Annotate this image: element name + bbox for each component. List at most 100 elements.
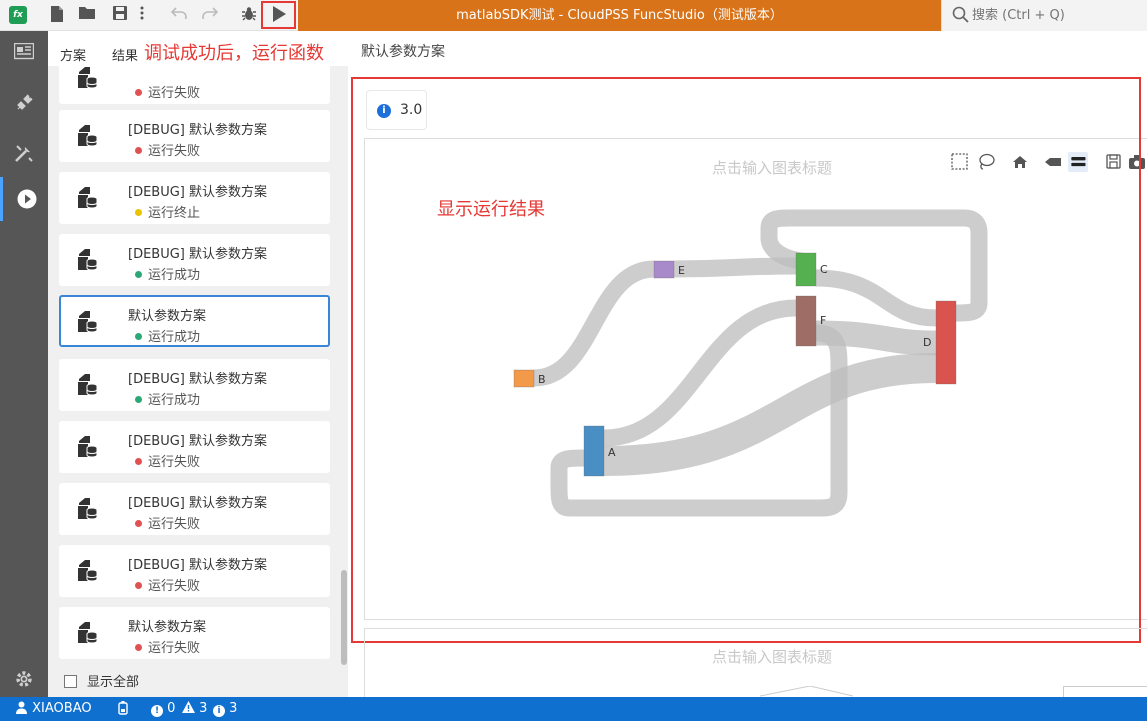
redo-icon[interactable] — [201, 6, 219, 24]
warning-icon — [182, 701, 195, 713]
status-dot — [135, 333, 142, 340]
undo-icon[interactable] — [170, 6, 188, 24]
list-item-name: [DEBUG] 默认参数方案 — [128, 247, 268, 262]
battery-icon — [118, 701, 128, 719]
list-item-name: 默认参数方案 — [128, 309, 207, 324]
result-highlight-frame — [351, 77, 1141, 643]
list-item-status-text: 运行失败 — [148, 517, 201, 532]
chart-title-placeholder-2[interactable]: 点击输入图表标题 — [712, 646, 832, 667]
list-item[interactable]: [DEBUG] 默认参数方案 运行失败 — [59, 110, 330, 162]
status-dot — [135, 271, 142, 278]
debug-bug-icon[interactable] — [240, 6, 258, 24]
activity-documents[interactable] — [0, 31, 48, 75]
database-doc-icon — [78, 249, 98, 271]
user-icon — [16, 701, 27, 714]
database-doc-icon — [78, 498, 98, 520]
warning-count[interactable]: 3 — [182, 701, 207, 716]
list-item-status: 运行失败 — [135, 637, 200, 656]
run-button-highlight — [261, 1, 296, 29]
tools-icon — [15, 145, 33, 162]
list-item-status-text: 运行失败 — [148, 86, 201, 101]
list-item-status: 运行成功 — [135, 264, 200, 283]
error-count-value: 0 — [167, 701, 176, 716]
list-item-status: 运行失败 — [135, 513, 200, 532]
list-item-status-text: 运行成功 — [148, 330, 201, 345]
run-history-list: 运行失败 [DEBUG] 默认参数方案 运行失败 [DEBUG] 默认参数方案 … — [48, 66, 348, 697]
database-doc-icon — [78, 374, 98, 396]
activity-tools[interactable] — [0, 131, 48, 175]
list-scrollbar[interactable] — [341, 570, 347, 665]
search-icon — [952, 6, 969, 23]
list-item-name: [DEBUG] 默认参数方案 — [128, 372, 268, 387]
list-item[interactable]: [DEBUG] 默认参数方案 运行终止 — [59, 172, 330, 224]
document-list-icon — [14, 43, 34, 60]
more-vertical-icon[interactable] — [137, 6, 147, 24]
list-item-selected[interactable]: 默认参数方案 运行成功 — [59, 295, 330, 347]
chart-2-shape — [759, 686, 854, 697]
show-all-label: 显示全部 — [87, 675, 140, 690]
activity-plugins[interactable] — [0, 81, 48, 125]
database-doc-icon — [78, 560, 98, 582]
user-name: XIAOBAO — [32, 701, 92, 716]
list-item-status-text: 运行失败 — [148, 455, 201, 470]
show-all-toggle[interactable]: 显示全部 — [64, 671, 139, 690]
status-dot — [135, 147, 142, 154]
status-bar: XIAOBAO ! 0 3 i 3 — [0, 697, 1147, 721]
info-status-icon: i — [213, 705, 225, 717]
run-circle-icon — [17, 189, 37, 209]
list-item-status-text: 运行终止 — [148, 206, 201, 221]
list-item[interactable]: [DEBUG] 默认参数方案 运行失败 — [59, 545, 330, 597]
list-item-status-text: 运行成功 — [148, 268, 201, 283]
tab-result[interactable]: 结果 — [112, 45, 138, 64]
activity-settings[interactable] — [0, 657, 48, 701]
list-item-name: 默认参数方案 — [128, 620, 207, 635]
status-dot — [135, 89, 142, 96]
list-item-status: 运行失败 — [135, 575, 200, 594]
list-item-status: 运行失败 — [135, 82, 200, 101]
list-item[interactable]: [DEBUG] 默认参数方案 运行成功 — [59, 359, 330, 411]
warning-count-value: 3 — [199, 701, 208, 716]
database-doc-icon — [78, 311, 98, 333]
list-item-status-text: 运行成功 — [148, 393, 201, 408]
status-dot — [135, 396, 142, 403]
new-file-icon[interactable] — [48, 6, 66, 24]
info-count-value: 3 — [229, 701, 238, 716]
gear-icon — [16, 671, 32, 687]
tab-scheme[interactable]: 方案 — [60, 45, 86, 64]
database-doc-icon — [78, 67, 98, 89]
status-dot — [135, 582, 142, 589]
list-item-status: 运行失败 — [135, 140, 200, 159]
show-all-checkbox[interactable] — [64, 675, 77, 688]
list-item-status: 运行终止 — [135, 202, 200, 221]
list-item-name: [DEBUG] 默认参数方案 — [128, 496, 268, 511]
list-item[interactable]: 运行失败 — [59, 66, 330, 104]
error-icon: ! — [151, 705, 163, 717]
open-folder-icon[interactable] — [79, 6, 97, 24]
error-count[interactable]: ! 0 — [151, 701, 175, 717]
list-item-status-text: 运行失败 — [148, 144, 201, 159]
top-toolbar: fx matlabSDK测试 - CloudPSS FuncStudio（测试版… — [0, 0, 1147, 31]
list-item[interactable]: 默认参数方案 运行失败 — [59, 607, 330, 659]
status-dot — [135, 644, 142, 651]
list-item[interactable]: [DEBUG] 默认参数方案 运行失败 — [59, 483, 330, 535]
list-item-name: [DEBUG] 默认参数方案 — [128, 185, 268, 200]
database-doc-icon — [78, 187, 98, 209]
app-logo-icon: fx — [9, 6, 27, 24]
activity-run[interactable] — [0, 177, 48, 221]
list-item-status-text: 运行失败 — [148, 579, 201, 594]
list-item[interactable]: [DEBUG] 默认参数方案 运行成功 — [59, 234, 330, 286]
user-status[interactable]: XIAOBAO — [15, 701, 92, 716]
database-doc-icon — [78, 622, 98, 644]
database-doc-icon — [78, 436, 98, 458]
info-count[interactable]: i 3 — [213, 701, 237, 717]
status-dot — [135, 209, 142, 216]
search-input[interactable] — [972, 5, 1142, 25]
run-hint-annotation: 调试成功后，运行函数 — [144, 43, 324, 64]
list-item[interactable]: [DEBUG] 默认参数方案 运行失败 — [59, 421, 330, 473]
chart-2-toolbox — [1063, 686, 1147, 697]
list-item-name: [DEBUG] 默认参数方案 — [128, 434, 268, 449]
plug-icon — [17, 94, 33, 110]
database-doc-icon — [78, 125, 98, 147]
list-item-name: [DEBUG] 默认参数方案 — [128, 123, 268, 138]
save-icon[interactable] — [111, 6, 129, 24]
